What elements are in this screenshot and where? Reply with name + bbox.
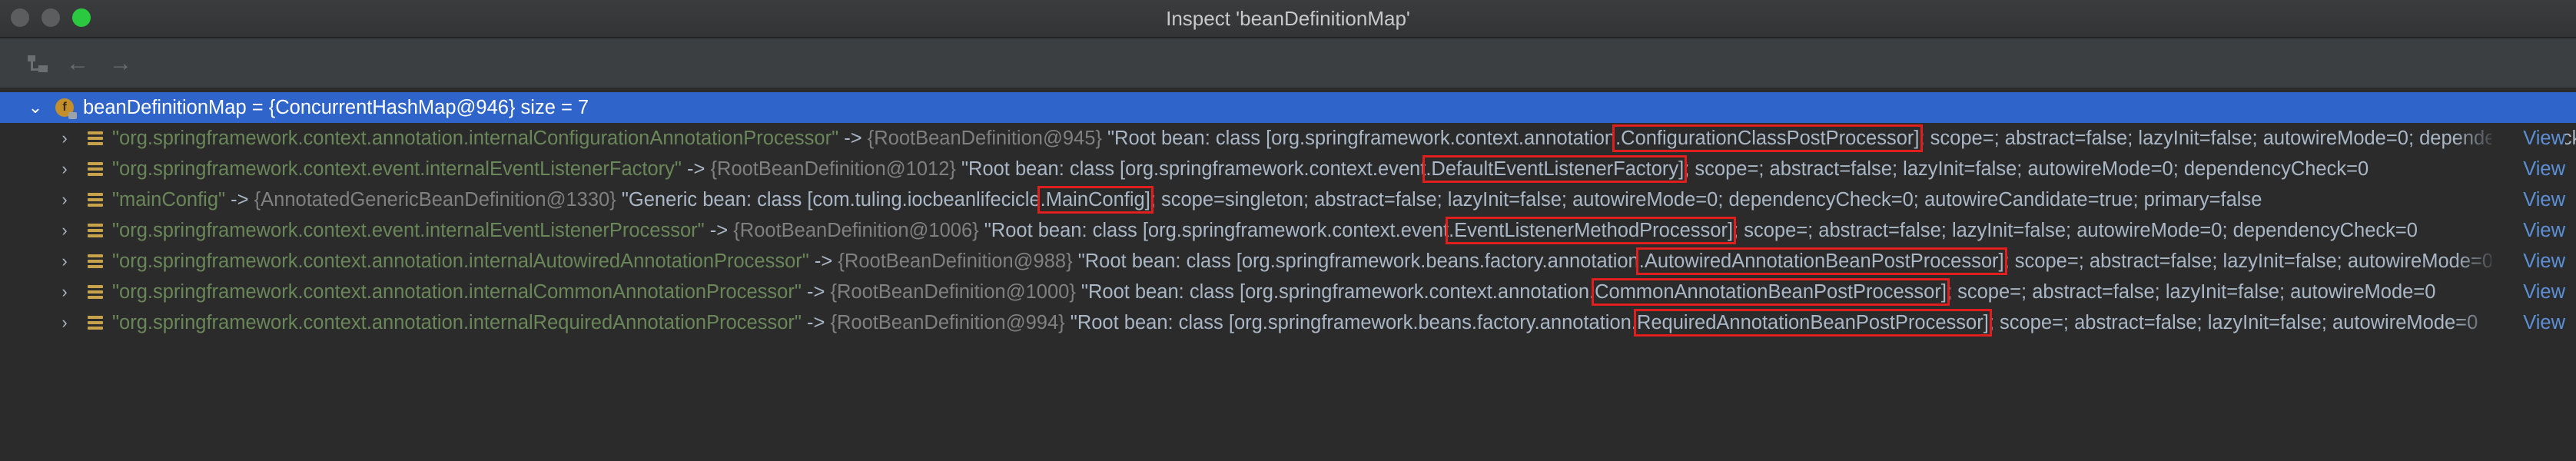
highlighted-class-name: .DefaultEventListenerFactory] — [1422, 155, 1688, 183]
entry-value-prefix: "Root bean: class [org.springframework.b… — [1072, 250, 1639, 272]
entry-text: "org.springframework.context.annotation.… — [112, 277, 2435, 307]
entry-arrow: -> — [801, 312, 831, 333]
entry-value-prefix: "Generic bean: class [com.tuling.iocbean… — [616, 189, 1041, 211]
entry-ref: {RootBeanDefinition@988} — [838, 250, 1073, 272]
view-link[interactable]: View — [2491, 123, 2565, 154]
tree-entry-row[interactable]: › "org.springframework.context.annotation… — [0, 246, 2576, 277]
chevron-right-icon[interactable]: › — [55, 307, 74, 338]
view-link[interactable]: View — [2491, 184, 2565, 215]
entry-value-prefix: "Root bean: class [org.springframework.c… — [978, 220, 1449, 241]
chevron-right-icon[interactable]: › — [55, 123, 74, 154]
view-link[interactable]: View — [2491, 154, 2565, 184]
map-entry-icon — [88, 316, 103, 330]
entry-value-suffix: ; scope=; abstract=false; lazyInit=false… — [1946, 281, 2436, 303]
entry-key: "mainConfig" — [112, 189, 226, 211]
lock-icon — [68, 112, 77, 119]
root-label: beanDefinitionMap = {ConcurrentHashMap@9… — [83, 97, 589, 118]
tree-entry-row[interactable]: › "org.springframework.context.event.inte… — [0, 154, 2576, 184]
view-link[interactable]: View — [2491, 307, 2565, 338]
map-entry-icon — [88, 254, 103, 268]
entry-key: "org.springframework.context.annotation.… — [112, 281, 802, 303]
entry-arrow: -> — [704, 220, 734, 241]
entry-ref: {RootBeanDefinition@1006} — [733, 220, 979, 241]
entry-value-suffix: ; scope=; abstract=false; lazyInit=false… — [1684, 158, 2369, 180]
entry-key: "org.springframework.context.event.inter… — [112, 158, 682, 180]
entry-text: "org.springframework.context.annotation.… — [112, 123, 2576, 154]
forward-arrow-icon[interactable]: → — [108, 52, 134, 75]
entry-value-suffix: ; scope=; abstract=false; lazyInit=false… — [1733, 220, 2418, 241]
map-entry-icon — [88, 162, 103, 176]
entry-key: "org.springframework.context.event.inter… — [112, 220, 705, 241]
entry-arrow: -> — [225, 189, 254, 211]
entry-value-prefix: "Root bean: class [org.springframework.c… — [1101, 128, 1616, 149]
entry-text: "org.springframework.context.annotation.… — [112, 246, 2493, 277]
back-arrow-icon[interactable]: ← — [65, 52, 91, 75]
entry-value-prefix: "Root bean: class [org.springframework.b… — [1064, 312, 1637, 333]
tree-entry-row[interactable]: › "mainConfig" -> {AnnotatedGenericBeanDe… — [0, 184, 2576, 215]
highlighted-class-name: .AutowiredAnnotationBeanPostProcessor] — [1635, 247, 2007, 275]
entry-ref: {RootBeanDefinition@945} — [867, 128, 1102, 149]
chevron-right-icon[interactable]: › — [55, 215, 74, 246]
chevron-right-icon[interactable]: › — [55, 246, 74, 277]
highlighted-class-name: .MainConfig] — [1037, 186, 1154, 214]
entry-text: "org.springframework.context.annotation.… — [112, 307, 2478, 338]
entry-key: "org.springframework.context.annotation.… — [112, 128, 839, 149]
entry-arrow: -> — [681, 158, 711, 180]
inspect-tree[interactable]: ⌄ f beanDefinitionMap = {ConcurrentHashM… — [0, 88, 2576, 461]
entry-ref: {RootBeanDefinition@1012} — [710, 158, 956, 180]
entry-key: "org.springframework.context.annotation.… — [112, 312, 802, 333]
highlighted-class-name: .EventListenerMethodProcessor] — [1446, 217, 1737, 244]
entry-ref: {RootBeanDefinition@1000} — [830, 281, 1076, 303]
tree-entry-row[interactable]: › "org.springframework.context.annotation… — [0, 123, 2576, 154]
entry-value-prefix: "Root bean: class [org.springframework.c… — [1075, 281, 1595, 303]
map-entry-icon — [88, 193, 103, 207]
entry-arrow: -> — [808, 250, 838, 272]
map-entry-icon — [88, 224, 103, 237]
chevron-right-icon[interactable]: › — [55, 154, 74, 184]
entry-ref: {RootBeanDefinition@994} — [830, 312, 1065, 333]
field-icon-letter: f — [62, 101, 67, 114]
entry-value-suffix: ; scope=singleton; abstract=false; lazyI… — [1150, 189, 2262, 211]
tree-entry-row[interactable]: › "org.springframework.context.annotation… — [0, 277, 2576, 307]
toolbar: ← → — [0, 38, 2576, 88]
window-title: Inspect 'beanDefinitionMap' — [1166, 7, 1410, 30]
entry-value-prefix: "Root bean: class [org.springframework.c… — [955, 158, 1426, 180]
highlighted-class-name: CommonAnnotationBeanPostProcessor] — [1592, 278, 1950, 306]
chevron-right-icon[interactable]: › — [55, 184, 74, 215]
field-icon: f — [55, 98, 77, 119]
highlighted-class-name: RequiredAnnotationBeanPostProcessor] — [1633, 309, 1992, 337]
view-link[interactable]: View — [2491, 246, 2565, 277]
entry-value-suffix: ; scope=; abstract=false; lazyInit=false… — [2003, 250, 2494, 272]
tree-entry-row[interactable]: › "org.springframework.context.annotation… — [0, 307, 2576, 338]
entry-text: "org.springframework.context.event.inter… — [112, 215, 2418, 246]
view-link[interactable]: View — [2491, 215, 2565, 246]
entry-text: "mainConfig" -> {AnnotatedGenericBeanDef… — [112, 184, 2262, 215]
entry-arrow: -> — [838, 128, 868, 149]
chevron-right-icon[interactable]: › — [55, 277, 74, 307]
tree-view-icon[interactable] — [28, 52, 54, 75]
title-bar: Inspect 'beanDefinitionMap' — [0, 0, 2576, 38]
tree-root-row[interactable]: ⌄ f beanDefinitionMap = {ConcurrentHashM… — [0, 92, 2576, 123]
entry-arrow: -> — [801, 281, 831, 303]
map-entry-icon — [88, 285, 103, 299]
entry-text: "org.springframework.context.event.inter… — [112, 154, 2369, 184]
chevron-down-icon[interactable]: ⌄ — [26, 92, 45, 123]
highlighted-class-name: .ConfigurationClassPostProcessor] — [1612, 124, 1923, 152]
tree-entry-row[interactable]: › "org.springframework.context.event.inte… — [0, 215, 2576, 246]
entry-key: "org.springframework.context.annotation.… — [112, 250, 809, 272]
inspect-window: Inspect 'beanDefinitionMap' ← → ⌄ f bean… — [0, 0, 2576, 461]
map-entry-icon — [88, 131, 103, 145]
view-link[interactable]: View — [2491, 277, 2565, 307]
entry-value-suffix: ; scope=; abstract=false; lazyInit=false… — [1988, 312, 2478, 333]
entry-ref: {AnnotatedGenericBeanDefinition@1330} — [254, 189, 616, 211]
